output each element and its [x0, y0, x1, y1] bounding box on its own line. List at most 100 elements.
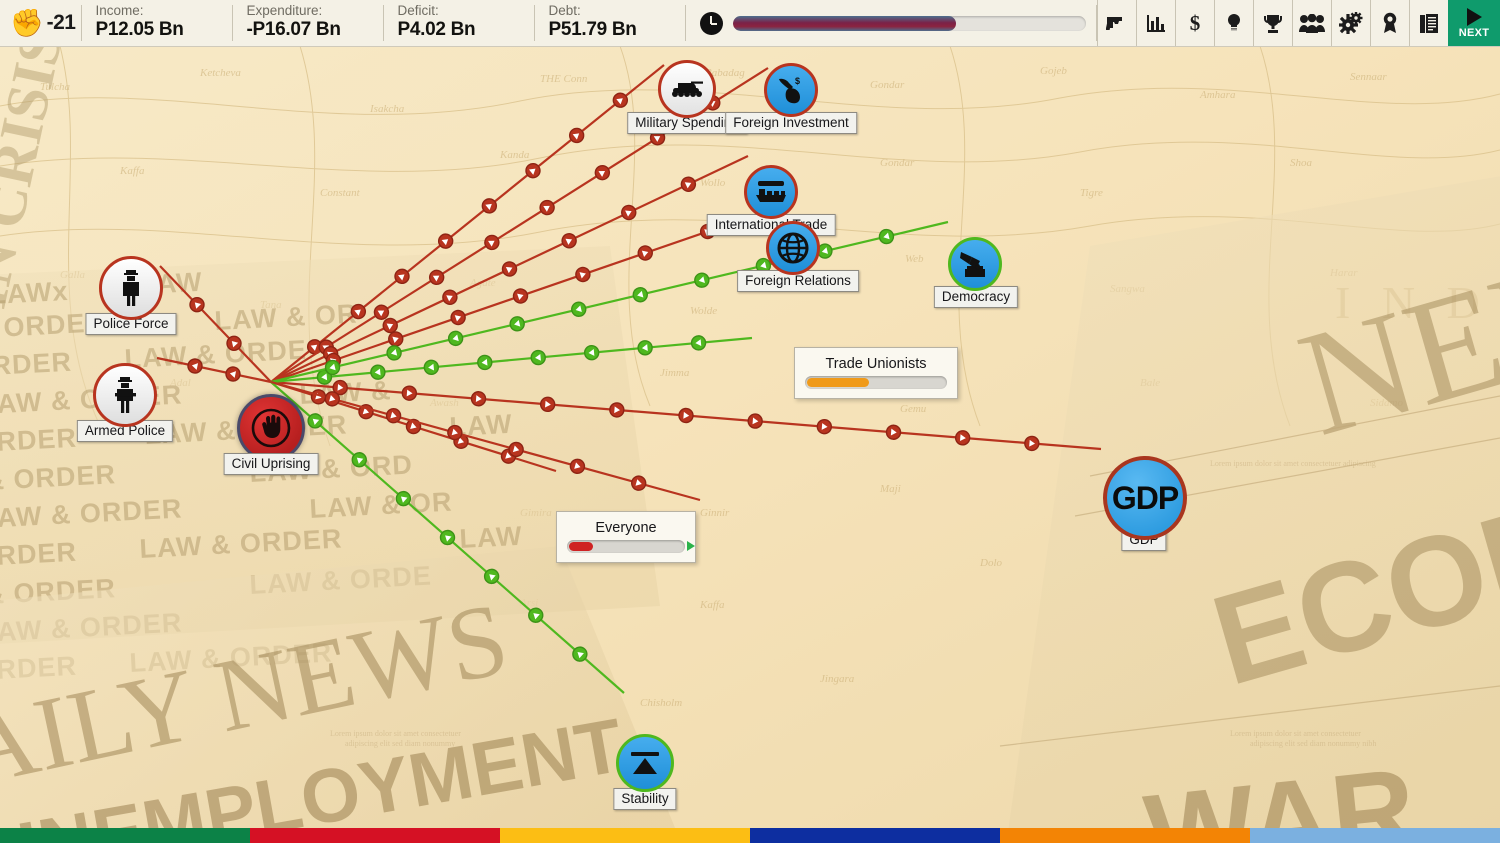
edge-direction-marker [561, 233, 577, 249]
flag-segment [750, 828, 1000, 843]
money-hand-icon: $ [779, 76, 800, 104]
node-gdp[interactable]: GDP [1103, 456, 1187, 540]
node-military-spending[interactable] [658, 60, 716, 118]
edge-direction-marker [878, 228, 895, 245]
documents-icon[interactable] [1409, 0, 1448, 46]
slider-trade-unionists-fill [807, 378, 870, 387]
edge-direction-marker [678, 407, 694, 424]
military-spending-circle [658, 60, 716, 118]
cargo-ship-icon [756, 181, 786, 202]
stat-deficit: Deficit: P4.02 Bn [384, 0, 534, 46]
edge-direction-marker [747, 413, 763, 429]
edge-direction-marker [442, 289, 458, 305]
gdp-text: GDP [1111, 479, 1179, 516]
raised-fist-icon [251, 408, 291, 448]
stat-deficit-label: Deficit: [397, 3, 439, 18]
edge-direction-marker [621, 204, 637, 221]
node-foreign-relations[interactable] [766, 221, 820, 275]
edge-direction-marker [450, 309, 466, 326]
edge-direction-marker [428, 269, 445, 286]
policy-graph-canvas[interactable]: Tulcha Ketcheva Isakcha THE Conn Babadag Gon… [0, 46, 1500, 843]
slider-everyone-fill [569, 542, 593, 551]
edge-direction-marker [690, 335, 707, 351]
stat-debt-value: P51.79 Bn [548, 19, 637, 40]
node-international-trade[interactable] [744, 165, 798, 219]
trophy-icon[interactable] [1253, 0, 1292, 46]
stat-income-value: P12.05 Bn [95, 19, 184, 40]
edge-direction-marker [539, 396, 556, 413]
edge-direction-marker [423, 359, 440, 376]
edge-direction-marker [694, 272, 710, 288]
flag-segment [1000, 828, 1250, 843]
edge-direction-marker [225, 366, 241, 382]
top-status-bar: ✊ -21 Income: P12.05 Bn Expenditure: -P1… [0, 0, 1500, 47]
stat-expenditure: Expenditure: -P16.07 Bn [233, 0, 383, 46]
edge-direction-marker [501, 261, 518, 277]
international-trade-circle [744, 165, 798, 219]
edge-direction-marker [637, 245, 653, 261]
foreign-investment-circle: $ [764, 63, 818, 117]
edge-direction-marker [447, 330, 464, 347]
edge-direction-marker [530, 349, 546, 366]
edge-direction-marker [386, 345, 402, 361]
edge-direction-marker [477, 354, 493, 371]
next-turn-button[interactable]: NEXT [1448, 0, 1500, 46]
stability-icon [631, 752, 659, 774]
slider-trade-unionists-track[interactable] [805, 376, 947, 389]
dollar-icon[interactable]: $ [1175, 0, 1214, 46]
raised-fist-icon: ✊ [10, 7, 44, 38]
pistol-icon[interactable] [1097, 0, 1136, 46]
edge-direction-marker [583, 344, 600, 361]
edge-line [156, 356, 272, 384]
node-democracy[interactable] [948, 237, 1002, 291]
edge-direction-marker [632, 287, 648, 303]
civil-uprising-circle [237, 394, 305, 462]
flag-segment [1250, 828, 1500, 843]
stat-income: Income: P12.05 Bn [82, 0, 232, 46]
turn-progress-track [733, 15, 1086, 31]
edge-direction-marker [954, 430, 971, 446]
node-foreign-investment[interactable]: $ [764, 63, 818, 117]
node-civil-uprising[interactable] [237, 394, 305, 462]
edge-line [159, 265, 272, 383]
slider-everyone[interactable]: Everyone [556, 511, 696, 563]
game-window: ✊ -21 Income: P12.05 Bn Expenditure: -P1… [0, 0, 1500, 843]
bar-chart-icon[interactable] [1136, 0, 1175, 46]
edge-direction-marker [484, 234, 500, 251]
stat-debt: Debt: P51.79 Bn [535, 0, 685, 46]
node-police-force[interactable] [99, 256, 163, 320]
edge-direction-marker [509, 316, 525, 332]
turn-clock [686, 0, 733, 46]
slider-trade-unionists[interactable]: Trade Unionists [794, 347, 958, 399]
stability-circle [616, 734, 674, 792]
edge-direction-marker [885, 424, 902, 440]
ballot-box-icon [960, 252, 985, 277]
tank-icon [672, 81, 703, 97]
edge-direction-marker [512, 288, 529, 304]
police-icon [123, 270, 139, 306]
medal-icon[interactable] [1370, 0, 1409, 46]
node-label-civil-uprising[interactable]: Civil Uprising [223, 453, 319, 475]
uprising-score-value: -21 [46, 11, 76, 34]
node-armed-police[interactable] [93, 363, 157, 427]
slider-everyone-arrow-icon [687, 541, 695, 551]
edge-line [270, 336, 753, 384]
stat-expenditure-label: Expenditure: [246, 3, 323, 18]
edge-direction-marker [470, 391, 487, 407]
tool-icon-bar: $ NEXT [1097, 0, 1500, 46]
stat-deficit-value: P4.02 Bn [397, 19, 476, 40]
edge-direction-marker [370, 364, 386, 380]
gears-icon[interactable] [1331, 0, 1370, 46]
people-icon[interactable] [1292, 0, 1331, 46]
armed-police-circle [93, 363, 157, 427]
next-turn-label: NEXT [1458, 26, 1490, 39]
lightbulb-icon[interactable] [1214, 0, 1253, 46]
node-stability[interactable] [616, 734, 674, 792]
edge-direction-marker [569, 458, 586, 474]
armed-police-icon [115, 377, 136, 413]
slider-everyone-track[interactable] [567, 540, 695, 553]
turn-progress[interactable] [733, 0, 1096, 46]
foreign-relations-circle [766, 221, 820, 275]
edge-direction-marker [637, 340, 653, 356]
flag-segment [500, 828, 750, 843]
